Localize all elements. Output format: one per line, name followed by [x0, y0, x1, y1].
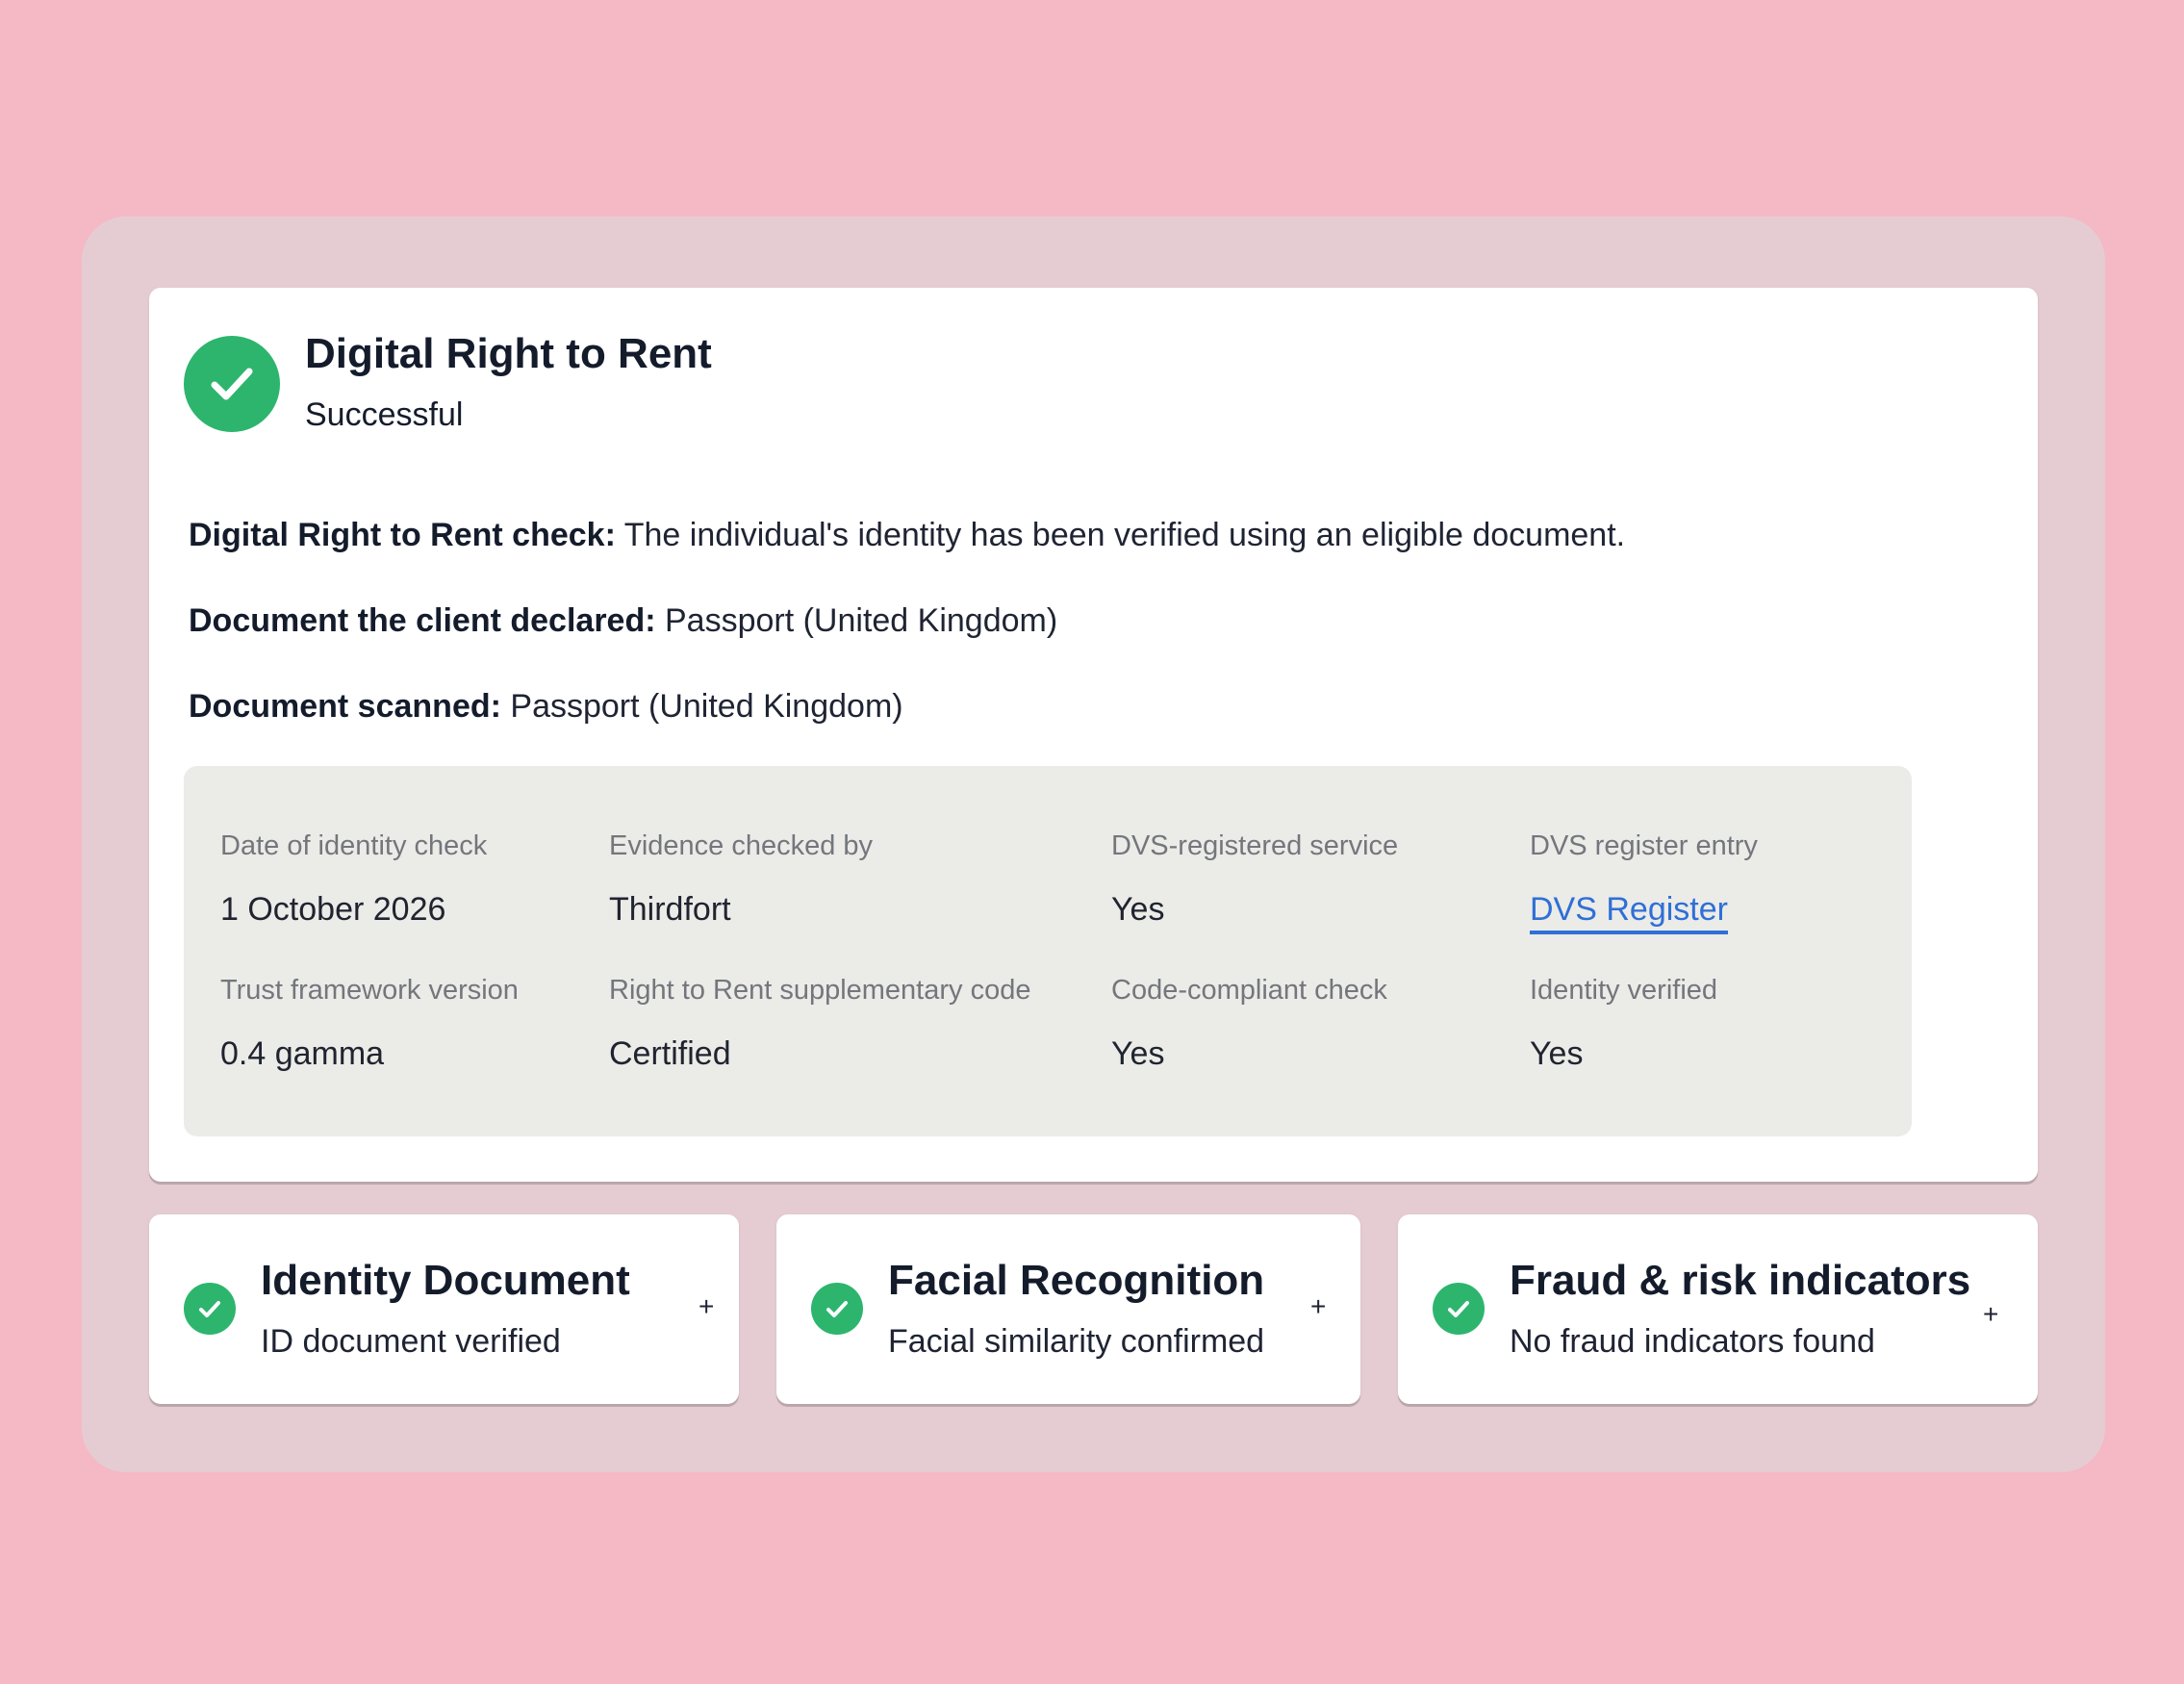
code-compliant-label: Code-compliant check — [1111, 975, 1387, 1006]
date-value: 1 October 2026 — [220, 891, 446, 928]
check-summary-value: The individual's identity has been verif… — [615, 517, 1626, 553]
evidence-value: Thirdfort — [609, 891, 731, 928]
status-text: Successful — [305, 396, 464, 433]
dvs-service-value: Yes — [1111, 891, 1165, 928]
expand-icon[interactable]: + — [1983, 1299, 1998, 1330]
facial-recognition-card[interactable]: Facial Recognition Facial similarity con… — [776, 1214, 1360, 1404]
identity-verified-value: Yes — [1530, 1035, 1584, 1072]
page-title: Digital Right to Rent — [305, 330, 712, 377]
right-to-rent-card: Digital Right to Rent Successful Digital… — [149, 288, 2038, 1182]
identity-verified-label: Identity verified — [1530, 975, 1718, 1006]
scanned-document: Document scanned: Passport (United Kingd… — [189, 688, 903, 726]
check-circle-icon — [1433, 1283, 1485, 1335]
scanned-document-value: Passport (United Kingdom) — [500, 688, 903, 725]
supplementary-code-value: Certified — [609, 1035, 731, 1072]
declared-document-label: Document the client declared: — [189, 602, 656, 639]
card-subtitle: Facial similarity confirmed — [888, 1323, 1265, 1360]
trust-framework-label: Trust framework version — [220, 975, 519, 1006]
dvs-register-link[interactable]: DVS Register — [1530, 891, 1728, 934]
expand-icon[interactable]: + — [698, 1291, 714, 1322]
check-circle-icon — [811, 1283, 863, 1335]
dvs-entry-label: DVS register entry — [1530, 830, 1758, 861]
scanned-document-label: Document scanned: — [189, 688, 501, 725]
check-circle-icon — [184, 336, 280, 432]
code-compliant-value: Yes — [1111, 1035, 1165, 1072]
evidence-label: Evidence checked by — [609, 830, 874, 861]
card-title: Identity Document — [261, 1257, 630, 1304]
check-summary: Digital Right to Rent check: The individ… — [189, 517, 1625, 554]
card-subtitle: ID document verified — [261, 1323, 561, 1360]
declared-document: Document the client declared: Passport (… — [189, 602, 1057, 640]
card-subtitle: No fraud indicators found — [1510, 1323, 1875, 1360]
dvs-service-label: DVS-registered service — [1111, 830, 1399, 861]
check-summary-label: Digital Right to Rent check: — [189, 517, 616, 553]
check-circle-icon — [184, 1283, 236, 1335]
declared-document-value: Passport (United Kingdom) — [655, 602, 1058, 639]
card-title: Facial Recognition — [888, 1257, 1265, 1304]
check-details-grid: Date of identity check 1 October 2026 Ev… — [184, 766, 1912, 1136]
identity-document-card[interactable]: Identity Document ID document verified + — [149, 1214, 739, 1404]
fraud-risk-card[interactable]: Fraud & risk indicators No fraud indicat… — [1398, 1214, 2038, 1404]
supplementary-code-label: Right to Rent supplementary code — [609, 975, 1031, 1006]
card-title: Fraud & risk indicators — [1510, 1257, 1971, 1304]
date-label: Date of identity check — [220, 830, 488, 861]
expand-icon[interactable]: + — [1310, 1291, 1326, 1322]
trust-framework-value: 0.4 gamma — [220, 1035, 385, 1072]
